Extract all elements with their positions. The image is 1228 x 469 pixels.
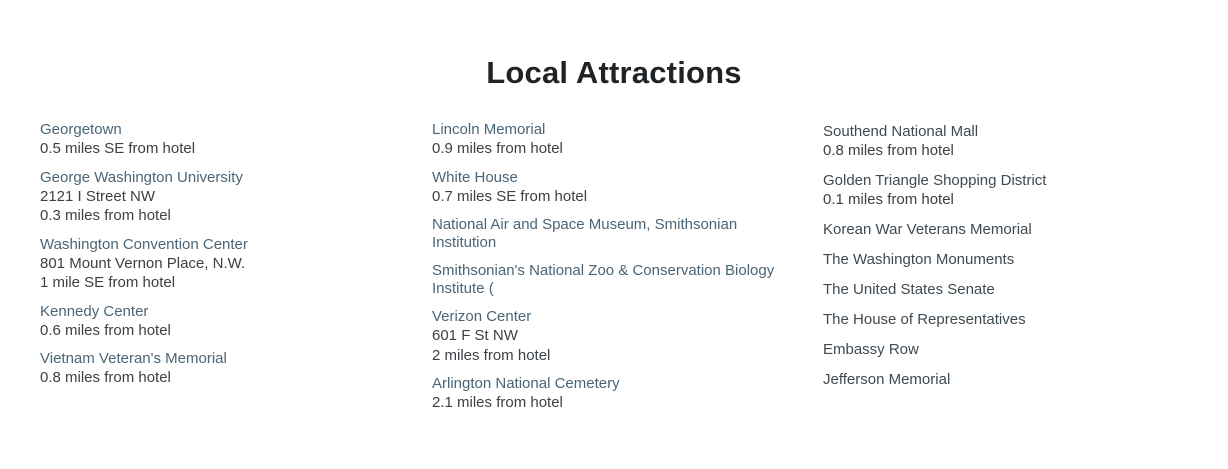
attraction-item: Lincoln Memorial 0.9 miles from hotel	[432, 121, 802, 159]
attraction-item: Kennedy Center 0.6 miles from hotel	[40, 303, 410, 341]
attraction-address: 801 Mount Vernon Place, N.W.	[40, 254, 246, 272]
attraction-distance: 2.1 miles from hotel	[432, 394, 563, 411]
attraction-item: The House of Representatives	[823, 310, 1193, 329]
attraction-name-golden-triangle-shopping-district: Golden Triangle Shopping District	[823, 172, 1047, 189]
attraction-item: Southend National Mall 0.8 miles from ho…	[823, 122, 1193, 161]
attraction-distance: 0.5 miles SE from hotel	[40, 140, 196, 157]
attraction-distance: 1 mile SE from hotel	[40, 274, 176, 291]
attraction-item: Jefferson Memorial	[823, 370, 1193, 389]
attraction-item: Korean War Veterans Memorial	[823, 220, 1193, 239]
attraction-distance: 0.1 miles from hotel	[823, 191, 954, 208]
attraction-link-arlington-national-cemetery[interactable]: Arlington National Cemetery	[432, 375, 802, 393]
attractions-column-2: Lincoln Memorial 0.9 miles from hotel Wh…	[432, 121, 802, 423]
attraction-item: Washington Convention Center 801 Mount V…	[40, 236, 410, 293]
attraction-address: 601 F St NW	[432, 327, 518, 344]
attraction-name-the-house-of-representatives: The House of Representatives	[823, 311, 1026, 328]
attraction-name-embassy-row: Embassy Row	[823, 341, 919, 358]
attractions-column-1: Georgetown 0.5 miles SE from hotel Georg…	[40, 121, 410, 398]
attraction-link-verizon-center[interactable]: Verizon Center	[432, 308, 802, 326]
attraction-distance: 0.3 miles from hotel	[40, 207, 171, 224]
attraction-distance: 0.9 miles from hotel	[432, 140, 563, 157]
attraction-distance: 0.8 miles from hotel	[40, 369, 171, 386]
attraction-address: 2121 I Street NW	[40, 187, 156, 205]
attraction-link-georgetown[interactable]: Georgetown	[40, 121, 410, 139]
attraction-item: Arlington National Cemetery 2.1 miles fr…	[432, 375, 802, 413]
attraction-name-the-washington-monuments: The Washington Monuments	[823, 251, 1015, 268]
attraction-item: The Washington Monuments	[823, 250, 1193, 269]
attraction-name-the-united-states-senate: The United States Senate	[823, 281, 995, 298]
attraction-item: George Washington University 2121 I Stre…	[40, 169, 410, 226]
attraction-link-national-air-and-space-museum[interactable]: National Air and Space Museum, Smithsoni…	[432, 216, 802, 252]
attraction-link-lincoln-memorial[interactable]: Lincoln Memorial	[432, 121, 802, 139]
attraction-item: Verizon Center 601 F St NW 2 miles from …	[432, 308, 802, 365]
attraction-item: Smithsonian's National Zoo & Conservatio…	[432, 262, 802, 298]
page-title: Local Attractions	[486, 55, 742, 90]
attraction-link-white-house[interactable]: White House	[432, 169, 802, 187]
attraction-distance: 0.8 miles from hotel	[823, 142, 954, 159]
attraction-link-george-washington-university[interactable]: George Washington University	[40, 169, 410, 187]
attraction-distance: 2 miles from hotel	[432, 346, 551, 364]
attraction-name-jefferson-memorial: Jefferson Memorial	[823, 371, 951, 388]
attraction-item: National Air and Space Museum, Smithsoni…	[432, 216, 802, 252]
attraction-item: Georgetown 0.5 miles SE from hotel	[40, 121, 410, 159]
attraction-item: Vietnam Veteran's Memorial 0.8 miles fro…	[40, 350, 410, 388]
attraction-link-washington-convention-center[interactable]: Washington Convention Center	[40, 236, 410, 254]
attraction-link-kennedy-center[interactable]: Kennedy Center	[40, 303, 410, 321]
attraction-link-smithsonians-national-zoo[interactable]: Smithsonian's National Zoo & Conservatio…	[432, 262, 802, 298]
attraction-distance: 0.7 miles SE from hotel	[432, 187, 588, 205]
attraction-item: Embassy Row	[823, 340, 1193, 359]
attraction-item: The United States Senate	[823, 280, 1193, 299]
attractions-column-3: Southend National Mall 0.8 miles from ho…	[823, 122, 1193, 400]
attraction-name-korean-war-veterans-memorial: Korean War Veterans Memorial	[823, 221, 1032, 238]
attraction-name-southend-national-mall: Southend National Mall	[823, 123, 979, 140]
attraction-item: White House 0.7 miles SE from hotel	[432, 169, 802, 207]
attraction-distance: 0.6 miles from hotel	[40, 321, 171, 339]
attraction-item: Golden Triangle Shopping District 0.1 mi…	[823, 171, 1193, 210]
attraction-link-vietnam-veterans-memorial[interactable]: Vietnam Veteran's Memorial	[40, 350, 410, 368]
